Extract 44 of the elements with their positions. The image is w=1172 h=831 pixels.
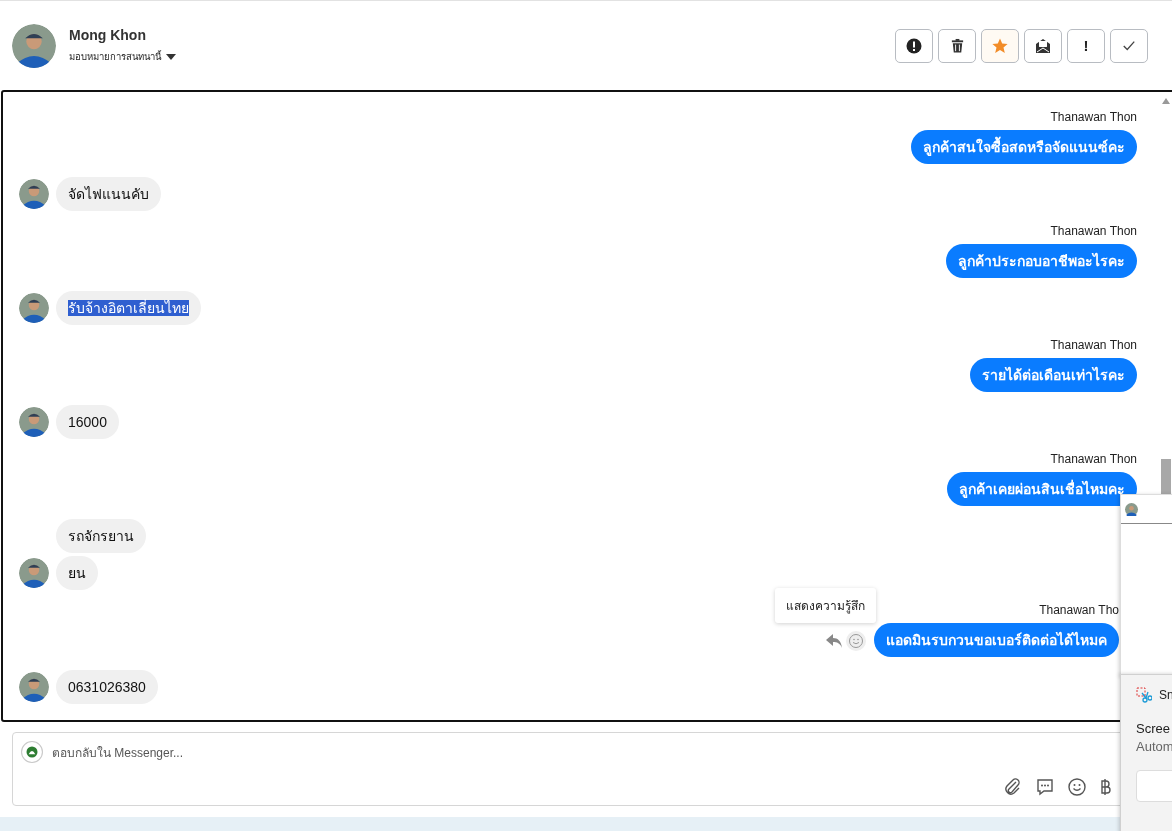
assign-dropdown[interactable]: มอบหมายการสนทนานี้ bbox=[69, 49, 176, 64]
currency-icon[interactable] bbox=[1099, 777, 1111, 797]
star-button[interactable] bbox=[981, 28, 1019, 63]
alert-button[interactable] bbox=[895, 28, 933, 63]
message-bubble: ลูกค้าเคยผ่อนสินเชื่อไหมคะ bbox=[947, 472, 1137, 506]
exclaim-button[interactable]: ! bbox=[1067, 28, 1105, 63]
tooltip: แสดงความรู้สึก bbox=[775, 588, 876, 623]
sender-name: Thanawan Thon bbox=[1050, 224, 1137, 238]
emoji-icon[interactable] bbox=[1067, 777, 1087, 797]
reply-icon[interactable] bbox=[826, 634, 842, 648]
sender-name: Thanawan Thon bbox=[1050, 338, 1137, 352]
star-icon bbox=[992, 37, 1008, 54]
attach-icon[interactable] bbox=[1003, 777, 1023, 797]
message-bubble: ลูกค้าประกอบอาชีพอะไรคะ bbox=[946, 244, 1137, 278]
avatar bbox=[12, 23, 56, 68]
message-bubble: จัดไฟแนนคับ bbox=[56, 177, 161, 211]
message-bubble: 16000 bbox=[56, 405, 119, 439]
notification-text: Autom bbox=[1136, 739, 1172, 754]
scrollbar-thumb[interactable] bbox=[1161, 459, 1171, 495]
scroll-up-icon[interactable] bbox=[1162, 98, 1170, 104]
message-bubble: แอดมินรบกวนขอเบอร์ติดต่อได้ไหมค bbox=[874, 623, 1119, 657]
message-bubble: ลูกค้าสนใจซื้อสดหรือจัดแนนซ์คะ bbox=[911, 130, 1137, 164]
message-bubble: 0631026380 bbox=[56, 670, 158, 704]
message-bubble: ยน bbox=[56, 556, 98, 590]
envelope-icon bbox=[1035, 37, 1051, 54]
contact-name: Mong Khon bbox=[69, 27, 147, 43]
caret-icon bbox=[166, 53, 176, 60]
trash-icon bbox=[949, 37, 965, 54]
sender-name: Thanawan Thon bbox=[1050, 110, 1137, 124]
sender-name: Thanawan Thon bbox=[1050, 452, 1137, 466]
page-logo-icon bbox=[21, 741, 43, 763]
alert-icon bbox=[906, 37, 922, 54]
chat-bubble-icon[interactable] bbox=[1035, 777, 1055, 797]
check-button[interactable] bbox=[1110, 28, 1148, 63]
check-icon bbox=[1122, 38, 1136, 53]
message-bubble: รายได้ต่อเดือนเท่าไรคะ bbox=[970, 358, 1137, 392]
trash-button[interactable] bbox=[938, 28, 976, 63]
sender-name: Thanawan Tho bbox=[1039, 603, 1119, 617]
mail-button[interactable] bbox=[1024, 28, 1062, 63]
message-bubble: รถจักรยาน bbox=[56, 519, 146, 553]
reply-placeholder: ตอบกลับใน Messenger... bbox=[52, 744, 184, 762]
scissors-icon bbox=[1136, 687, 1152, 703]
avatar bbox=[1125, 502, 1138, 516]
message-bubble: รับจ้างอิตาเลี่ยนไทย bbox=[56, 291, 201, 325]
